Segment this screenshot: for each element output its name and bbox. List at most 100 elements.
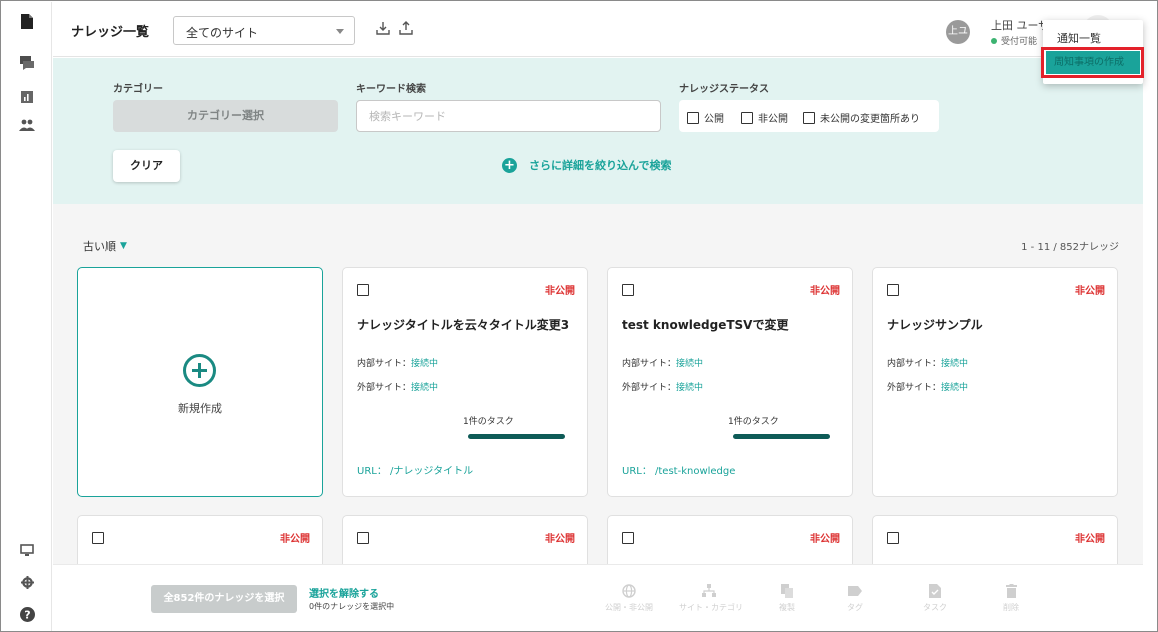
- clear-button[interactable]: クリア: [113, 150, 180, 182]
- status-badge: 非公開: [545, 286, 575, 297]
- sort-dropdown[interactable]: 古い順 ▼: [83, 238, 127, 254]
- page-title: ナレッジ一覧: [71, 25, 150, 40]
- menu-item-notification-list[interactable]: 通知一覧: [1057, 30, 1101, 46]
- site-category-label: サイト・カテゴリ: [679, 603, 743, 612]
- publish-toggle-action[interactable]: 公開・非公開: [599, 583, 659, 613]
- task-count: 1件のタスク: [728, 417, 779, 427]
- knowledge-card[interactable]: 非公開 test knowledgeTSVで変更 内部サイト：接続中 外部サイト…: [607, 267, 853, 497]
- upload-icon[interactable]: [399, 21, 415, 37]
- card-checkbox[interactable]: [887, 284, 899, 296]
- new-knowledge-card[interactable]: 新規作成: [77, 267, 323, 497]
- status-badge: 非公開: [280, 534, 310, 545]
- card-url[interactable]: URL： /test-knowledge: [622, 462, 735, 477]
- svg-text:?: ?: [24, 608, 30, 621]
- keyword-search-input[interactable]: [356, 100, 661, 132]
- globe-icon: [599, 583, 659, 599]
- checkbox[interactable]: [741, 111, 753, 124]
- internal-site-status: 内部サイト：接続中: [887, 359, 969, 369]
- knowledge-card[interactable]: 非公開: [607, 515, 853, 564]
- card-title[interactable]: test knowledgeTSVで変更: [622, 316, 788, 333]
- status-dot-icon: [991, 37, 997, 44]
- status-public-option[interactable]: 公開: [687, 110, 724, 125]
- task-progress-bar: [468, 434, 565, 439]
- checkbox[interactable]: [687, 111, 699, 124]
- knowledge-list: 古い順 ▼ 1 - 11 / 852ナレッジ 新規作成 非公開 ナレッジタイトル…: [53, 204, 1143, 564]
- task-document-icon: [905, 583, 965, 599]
- document-icon[interactable]: [2, 10, 52, 32]
- keyword-label: キーワード検索: [356, 84, 426, 95]
- external-site-status: 外部サイト：接続中: [357, 383, 439, 393]
- gear-icon[interactable]: [2, 571, 52, 593]
- site-select-value: 全てのサイト: [186, 26, 259, 40]
- chat-icon[interactable]: [2, 52, 52, 74]
- knowledge-card[interactable]: 非公開: [342, 515, 588, 564]
- task-progress-bar: [733, 434, 830, 439]
- avatar[interactable]: 上ユ: [946, 20, 970, 44]
- help-icon[interactable]: ?: [2, 603, 52, 625]
- knowledge-card[interactable]: 非公開 ナレッジタイトルを云々タイトル変更3 内部サイト：接続中 外部サイト：接…: [342, 267, 588, 497]
- advanced-search-link[interactable]: + さらに詳細を絞り込んで検索: [502, 157, 671, 173]
- status-badge: 非公開: [545, 534, 575, 545]
- duplicate-action[interactable]: 複製: [757, 583, 817, 613]
- select-all-button[interactable]: 全852件のナレッジを選択: [151, 585, 297, 613]
- status-badge: 非公開: [810, 286, 840, 297]
- chevron-down-icon: [336, 29, 344, 34]
- card-title[interactable]: ナレッジタイトルを云々タイトル変更3: [357, 316, 569, 333]
- advanced-search-label: さらに詳細を絞り込んで検索: [529, 159, 672, 172]
- tag-icon: [825, 583, 885, 599]
- internal-site-status: 内部サイト：接続中: [357, 359, 439, 369]
- users-icon[interactable]: [2, 114, 52, 136]
- plus-circle-icon: [183, 354, 216, 387]
- checkbox[interactable]: [803, 111, 815, 124]
- tag-action[interactable]: タグ: [825, 583, 885, 613]
- card-checkbox[interactable]: [622, 284, 634, 296]
- deselect-link[interactable]: 選択を解除する: [309, 585, 379, 600]
- card-checkbox[interactable]: [887, 532, 899, 544]
- card-title[interactable]: ナレッジサンプル: [887, 316, 983, 333]
- card-checkbox[interactable]: [357, 284, 369, 296]
- knowledge-card[interactable]: 非公開: [872, 515, 1118, 564]
- external-site-status: 外部サイト：接続中: [887, 383, 969, 393]
- top-header: ナレッジ一覧 全てのサイト 上ユ 上田 ユーザ 受付可能: [53, 2, 1143, 57]
- category-select-button[interactable]: カテゴリー選択: [113, 100, 338, 132]
- task-count: 1件のタスク: [463, 417, 514, 427]
- status-options: 公開 非公開 未公開の変更箇所あり: [679, 100, 939, 132]
- new-knowledge-label: 新規作成: [178, 402, 222, 415]
- user-status-label: 受付可能: [1001, 37, 1038, 47]
- site-category-action[interactable]: サイト・カテゴリ: [679, 583, 743, 613]
- chevron-down-icon: ▼: [120, 241, 127, 251]
- card-checkbox[interactable]: [622, 532, 634, 544]
- card-checkbox[interactable]: [92, 532, 104, 544]
- result-count: 1 - 11 / 852ナレッジ: [1021, 242, 1119, 253]
- sort-label: 古い順: [83, 240, 116, 253]
- filter-panel: カテゴリー カテゴリー選択 キーワード検索 ナレッジステータス 公開 非公開 未…: [53, 58, 1143, 204]
- delete-action[interactable]: 削除: [981, 583, 1041, 613]
- user-status: 受付可能: [991, 34, 1037, 47]
- task-progress-fill: [733, 434, 830, 439]
- site-select[interactable]: 全てのサイト: [173, 16, 355, 45]
- chart-icon[interactable]: [2, 86, 52, 108]
- status-private-label: 非公開: [758, 114, 788, 125]
- card-url[interactable]: URL： /ナレッジタイトル: [357, 462, 473, 477]
- tag-label: タグ: [847, 603, 863, 612]
- knowledge-card[interactable]: 非公開 ナレッジサンプル 内部サイト：接続中 外部サイト：接続中: [872, 267, 1118, 497]
- card-checkbox[interactable]: [357, 532, 369, 544]
- user-name: 上田 ユーザ: [991, 19, 1050, 32]
- status-badge: 非公開: [810, 534, 840, 545]
- copy-icon: [757, 583, 817, 599]
- sitemap-icon: [679, 583, 739, 599]
- delete-label: 削除: [1003, 603, 1019, 612]
- status-unpublished-option[interactable]: 未公開の変更箇所あり: [803, 110, 920, 125]
- knowledge-card[interactable]: 非公開: [77, 515, 323, 564]
- internal-site-status: 内部サイト：接続中: [622, 359, 704, 369]
- plus-circle-icon: +: [502, 157, 517, 173]
- menu-item-create-announcement[interactable]: 周知事項の作成: [1046, 51, 1140, 74]
- monitor-icon[interactable]: [2, 539, 52, 561]
- trash-icon: [981, 583, 1041, 599]
- download-icon[interactable]: [376, 21, 392, 37]
- task-action[interactable]: タスク: [905, 583, 965, 613]
- category-label: カテゴリー: [113, 84, 163, 95]
- task-progress-fill: [468, 434, 565, 439]
- task-label: タスク: [923, 603, 947, 612]
- status-private-option[interactable]: 非公開: [741, 110, 788, 125]
